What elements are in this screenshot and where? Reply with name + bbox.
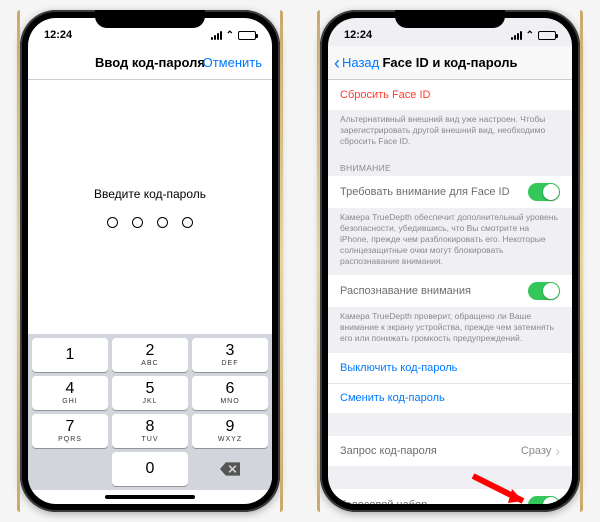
backspace-icon — [220, 462, 240, 476]
attention-header: ВНИМАНИЕ — [328, 155, 572, 176]
back-button[interactable]: ‹ Назад — [334, 54, 379, 72]
settings-list[interactable]: Сбросить Face ID Альтернативный внешний … — [328, 80, 572, 504]
require-passcode-value: Сразу — [521, 445, 551, 457]
nav-bar: ‹ Назад Face ID и код-пароль — [328, 46, 572, 80]
require-attention-row[interactable]: Требовать внимание для Face ID — [328, 176, 572, 208]
nav-title: Face ID и код-пароль — [382, 55, 517, 70]
key-5[interactable]: 5JKL — [112, 376, 188, 410]
key-3[interactable]: 3DEF — [192, 338, 268, 372]
chevron-left-icon: ‹ — [334, 54, 340, 72]
passcode-dots — [107, 217, 193, 228]
phone-left: 12:24 ⌃ Ввод код-пароля Отменить Введите… — [20, 10, 280, 512]
wifi-icon: ⌃ — [526, 30, 534, 41]
nav-title: Ввод код-пароля — [95, 55, 205, 70]
reset-footer: Альтернативный внешний вид уже настроен.… — [328, 110, 572, 155]
require-attention-footer: Камера TrueDepth обеспечит дополнительны… — [328, 208, 572, 275]
wifi-icon: ⌃ — [226, 30, 234, 41]
notch — [95, 10, 205, 28]
turn-off-passcode-button[interactable]: Выключить код-пароль — [328, 353, 572, 383]
chevron-right-icon: › — [555, 443, 560, 459]
signal-icon — [211, 31, 222, 40]
require-attention-toggle[interactable] — [528, 183, 560, 201]
passcode-prompt: Введите код-пароль — [94, 187, 206, 201]
battery-icon — [238, 31, 256, 40]
number-keypad: 1 2ABC 3DEF 4GHI 5JKL 6MNO 7PQRS 8TUV 9W… — [28, 334, 272, 490]
voice-dial-toggle[interactable] — [528, 496, 560, 504]
screen-passcode: 12:24 ⌃ Ввод код-пароля Отменить Введите… — [28, 18, 272, 504]
attention-aware-row[interactable]: Распознавание внимания — [328, 275, 572, 307]
cancel-button[interactable]: Отменить — [203, 55, 262, 70]
key-0[interactable]: 0 — [112, 452, 188, 486]
key-7[interactable]: 7PQRS — [32, 414, 108, 448]
reset-faceid-button[interactable]: Сбросить Face ID — [328, 80, 572, 110]
key-8[interactable]: 8TUV — [112, 414, 188, 448]
require-passcode-row[interactable]: Запрос код-пароля Сразу › — [328, 436, 572, 466]
change-passcode-button[interactable]: Сменить код-пароль — [328, 383, 572, 413]
passcode-area: Введите код-пароль — [28, 80, 272, 334]
attention-aware-footer: Камера TrueDepth проверит, обращено ли В… — [328, 307, 572, 352]
notch — [395, 10, 505, 28]
status-time: 12:24 — [344, 29, 372, 41]
key-blank — [32, 452, 108, 486]
key-2[interactable]: 2ABC — [112, 338, 188, 372]
nav-bar: Ввод код-пароля Отменить — [28, 46, 272, 80]
key-4[interactable]: 4GHI — [32, 376, 108, 410]
passcode-dot — [107, 217, 118, 228]
screen-settings: 12:24 ⌃ ‹ Назад Face ID и код-пароль Сбр… — [328, 18, 572, 504]
passcode-dot — [132, 217, 143, 228]
passcode-dot — [182, 217, 193, 228]
attention-aware-toggle[interactable] — [528, 282, 560, 300]
key-delete[interactable] — [192, 452, 268, 486]
battery-icon — [538, 31, 556, 40]
signal-icon — [511, 31, 522, 40]
status-time: 12:24 — [44, 29, 72, 41]
passcode-dot — [157, 217, 168, 228]
phone-right: 12:24 ⌃ ‹ Назад Face ID и код-пароль Сбр… — [320, 10, 580, 512]
key-9[interactable]: 9WXYZ — [192, 414, 268, 448]
home-indicator[interactable] — [28, 490, 272, 504]
voice-dial-row[interactable]: Голосовой набор — [328, 489, 572, 504]
key-1[interactable]: 1 — [32, 338, 108, 372]
key-6[interactable]: 6MNO — [192, 376, 268, 410]
